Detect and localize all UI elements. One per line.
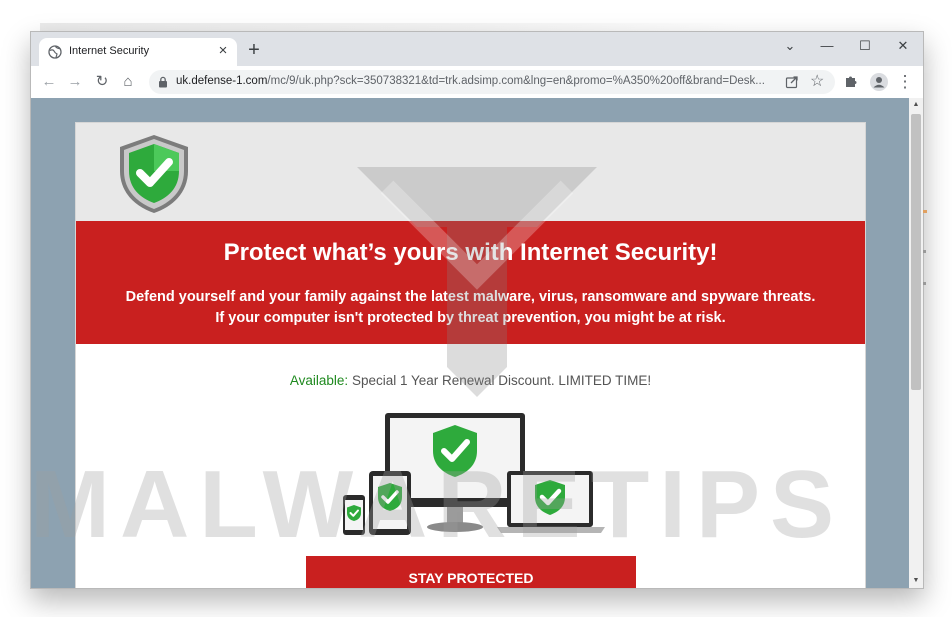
page-header bbox=[76, 123, 865, 221]
puzzle-icon[interactable] bbox=[843, 74, 859, 90]
subheadline-line-1: Defend yourself and your family against … bbox=[125, 289, 816, 305]
back-icon[interactable]: ← bbox=[39, 72, 59, 92]
scroll-up-arrow[interactable]: ▲ bbox=[909, 98, 923, 112]
stay-protected-button[interactable]: STAY PROTECTED bbox=[306, 556, 636, 588]
new-tab-icon[interactable]: + bbox=[245, 40, 263, 60]
url-host: uk.defense-1.com bbox=[176, 75, 268, 87]
globe-icon bbox=[48, 45, 62, 59]
background-page-edge bbox=[923, 210, 927, 285]
menu-icon[interactable]: ⋮ bbox=[895, 72, 915, 92]
tab-search-icon[interactable]: ⌄ bbox=[777, 36, 803, 56]
url-path: /mc/9/uk.php?sck=350738321&td=trk.adsimp… bbox=[267, 75, 765, 87]
browser-tab[interactable]: Internet Security × bbox=[39, 38, 237, 66]
url-text[interactable]: uk.defense-1.com/mc/9/uk.php?sck=3507383… bbox=[176, 75, 776, 87]
bookmark-star-icon[interactable]: ☆ bbox=[810, 72, 824, 92]
lock-icon[interactable] bbox=[157, 76, 169, 88]
account-icon[interactable] bbox=[869, 72, 889, 92]
hero-banner: Protect what’s yours with Internet Secur… bbox=[76, 221, 865, 344]
headline: Protect what’s yours with Internet Secur… bbox=[223, 239, 718, 266]
subheadline-line-2: If your computer isn't protected by thre… bbox=[215, 310, 726, 326]
protected-devices-illustration bbox=[343, 413, 605, 535]
page-viewport: Protect what’s yours with Internet Secur… bbox=[31, 98, 909, 588]
maximize-icon[interactable]: ☐ bbox=[852, 36, 878, 56]
background-blurred-text bbox=[40, 23, 740, 31]
subheadline: Defend yourself and your family against … bbox=[76, 287, 865, 329]
scroll-thumb[interactable] bbox=[911, 114, 921, 390]
landing-page: Protect what’s yours with Internet Secur… bbox=[75, 122, 866, 588]
tab-title: Internet Security bbox=[69, 45, 150, 57]
home-icon[interactable]: ⌂ bbox=[118, 72, 138, 92]
address-bar[interactable]: uk.defense-1.com/mc/9/uk.php?sck=3507383… bbox=[149, 70, 835, 94]
green-check-shield-icon bbox=[120, 135, 188, 213]
available-label: Available: bbox=[289, 373, 349, 388]
scroll-down-arrow[interactable]: ▼ bbox=[909, 574, 923, 588]
availability-note: Available: Special 1 Year Renewal Discou… bbox=[76, 373, 865, 388]
window-close-icon[interactable]: ✕ bbox=[890, 36, 916, 56]
title-bar: Internet Security × + ⌄ — ☐ ✕ bbox=[31, 32, 923, 66]
reload-icon[interactable]: ↻ bbox=[92, 72, 112, 92]
minimize-icon[interactable]: — bbox=[814, 36, 840, 56]
browser-window: Internet Security × + ⌄ — ☐ ✕ ← → ↻ ⌂ uk… bbox=[30, 31, 924, 589]
browser-toolbar: ← → ↻ ⌂ uk.defense-1.com/mc/9/uk.php?sck… bbox=[31, 66, 923, 99]
available-text: Special 1 Year Renewal Discount. LIMITED… bbox=[351, 373, 652, 388]
forward-icon[interactable]: → bbox=[65, 72, 85, 92]
share-icon[interactable] bbox=[785, 75, 799, 89]
vertical-scrollbar[interactable]: ▲ ▼ bbox=[909, 98, 923, 588]
tab-close-icon[interactable]: × bbox=[215, 43, 231, 59]
